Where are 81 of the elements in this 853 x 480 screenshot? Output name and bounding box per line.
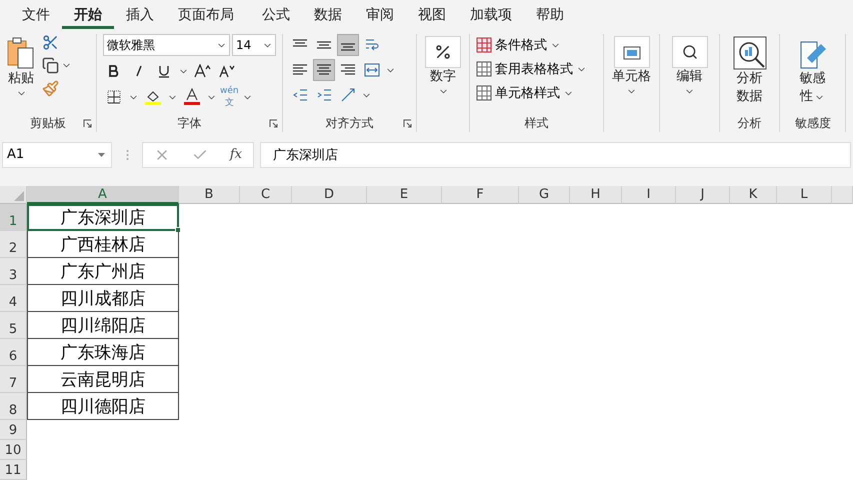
- column-header[interactable]: C: [240, 186, 292, 204]
- column-header[interactable]: D: [292, 186, 367, 204]
- column-header[interactable]: J: [676, 186, 730, 204]
- scissors-icon[interactable]: [42, 34, 59, 51]
- row-header[interactable]: 2: [0, 231, 27, 258]
- column-header[interactable]: I: [622, 186, 676, 204]
- table-cell: 云南昆明店: [27, 366, 179, 393]
- number-format-button[interactable]: 数字: [425, 34, 461, 132]
- drag-handle-icon: [126, 148, 128, 160]
- row-header[interactable]: 11: [0, 460, 27, 480]
- ribbon-tab[interactable]: 审阅: [354, 2, 406, 28]
- analyze-data-button[interactable]: 分析 数据: [732, 34, 766, 114]
- table-style-icon: [476, 37, 492, 53]
- table-cell: 广东深圳店: [27, 204, 179, 231]
- group-label: 敏感度: [795, 115, 830, 132]
- group-label: 字体: [176, 115, 202, 132]
- editing-button[interactable]: 编辑: [672, 34, 708, 132]
- column-header[interactable]: A: [27, 186, 179, 204]
- ribbon-tab[interactable]: 开始: [62, 2, 114, 28]
- ribbon-tab[interactable]: 视图: [406, 2, 458, 28]
- dialog-launcher-icon[interactable]: [269, 119, 278, 128]
- ribbon-tab[interactable]: 加载项: [458, 2, 524, 28]
- column-header[interactable]: H: [570, 186, 622, 204]
- column-header[interactable]: B: [179, 186, 240, 204]
- paste-button[interactable]: 粘贴: [6, 34, 36, 114]
- row-header[interactable]: 7: [0, 366, 27, 393]
- dialog-launcher-icon[interactable]: [403, 119, 412, 128]
- copy-icon[interactable]: [42, 57, 59, 74]
- row-header[interactable]: 4: [0, 285, 27, 312]
- analyze-data-icon: [732, 36, 766, 70]
- row-header[interactable]: 10: [0, 440, 27, 460]
- formula-input[interactable]: 广东深圳店: [260, 142, 851, 168]
- row-header[interactable]: 8: [0, 393, 27, 420]
- table-cell: 广西桂林店: [27, 231, 179, 258]
- ribbon-tab[interactable]: 文件: [10, 2, 62, 28]
- clipboard-icon: [6, 36, 36, 70]
- ribbon-tab[interactable]: 插入: [114, 2, 166, 28]
- table-cell: 四川绵阳店: [27, 312, 179, 339]
- table-cell: 广东广州店: [27, 258, 179, 285]
- column-header[interactable]: K: [730, 186, 777, 204]
- paintbrush-icon[interactable]: [42, 80, 59, 97]
- dialog-launcher-icon[interactable]: [83, 119, 92, 128]
- insert-function-button[interactable]: fx: [230, 147, 242, 162]
- ribbon-tab[interactable]: 页面布局: [166, 2, 246, 28]
- group-label: 分析: [736, 115, 762, 132]
- row-header[interactable]: 3: [0, 258, 27, 285]
- sensitivity-button[interactable]: 敏感 性: [796, 34, 828, 114]
- row-header[interactable]: 6: [0, 339, 27, 366]
- group-label: 剪贴板: [29, 115, 67, 132]
- align-center-icon[interactable]: [313, 59, 335, 81]
- styles-menu-item[interactable]: 单元格样式: [476, 82, 587, 104]
- row-header[interactable]: 5: [0, 312, 27, 339]
- name-box[interactable]: A1: [2, 142, 112, 168]
- ribbon-tab[interactable]: 帮助: [524, 2, 576, 28]
- cells-button[interactable]: 单元格: [612, 34, 651, 132]
- styles-menu-item[interactable]: 条件格式: [476, 34, 587, 56]
- table-style-icon: [476, 85, 492, 101]
- search-icon: [682, 44, 698, 60]
- ribbon-tab[interactable]: 公式: [250, 2, 302, 28]
- font-color-icon[interactable]: [181, 86, 203, 108]
- row-header[interactable]: 9: [0, 420, 27, 440]
- table-icon: [622, 44, 640, 60]
- percent-icon: [434, 43, 452, 61]
- table-cell: 四川德阳店: [27, 393, 179, 420]
- styles-menu-item[interactable]: 套用表格格式: [476, 58, 587, 80]
- column-header[interactable]: L: [777, 186, 832, 204]
- font-size-dropdown[interactable]: 14: [232, 34, 276, 56]
- table-cell: 广东珠海店: [27, 339, 179, 366]
- column-header[interactable]: F: [442, 186, 519, 204]
- row-header[interactable]: 1: [0, 204, 27, 231]
- caret-icon: [98, 152, 105, 156]
- column-header[interactable]: G: [519, 186, 570, 204]
- bottom-align-icon[interactable]: [337, 34, 359, 56]
- group-label: 样式: [524, 115, 550, 132]
- column-header[interactable]: E: [367, 186, 442, 204]
- font-name-dropdown[interactable]: 微软雅黑: [103, 34, 230, 56]
- table-style-icon: [476, 61, 492, 77]
- ribbon-tab[interactable]: 数据: [302, 2, 354, 28]
- table-cell: 四川成都店: [27, 285, 179, 312]
- group-label: 对齐方式: [324, 115, 374, 132]
- fill-handle[interactable]: [175, 227, 181, 233]
